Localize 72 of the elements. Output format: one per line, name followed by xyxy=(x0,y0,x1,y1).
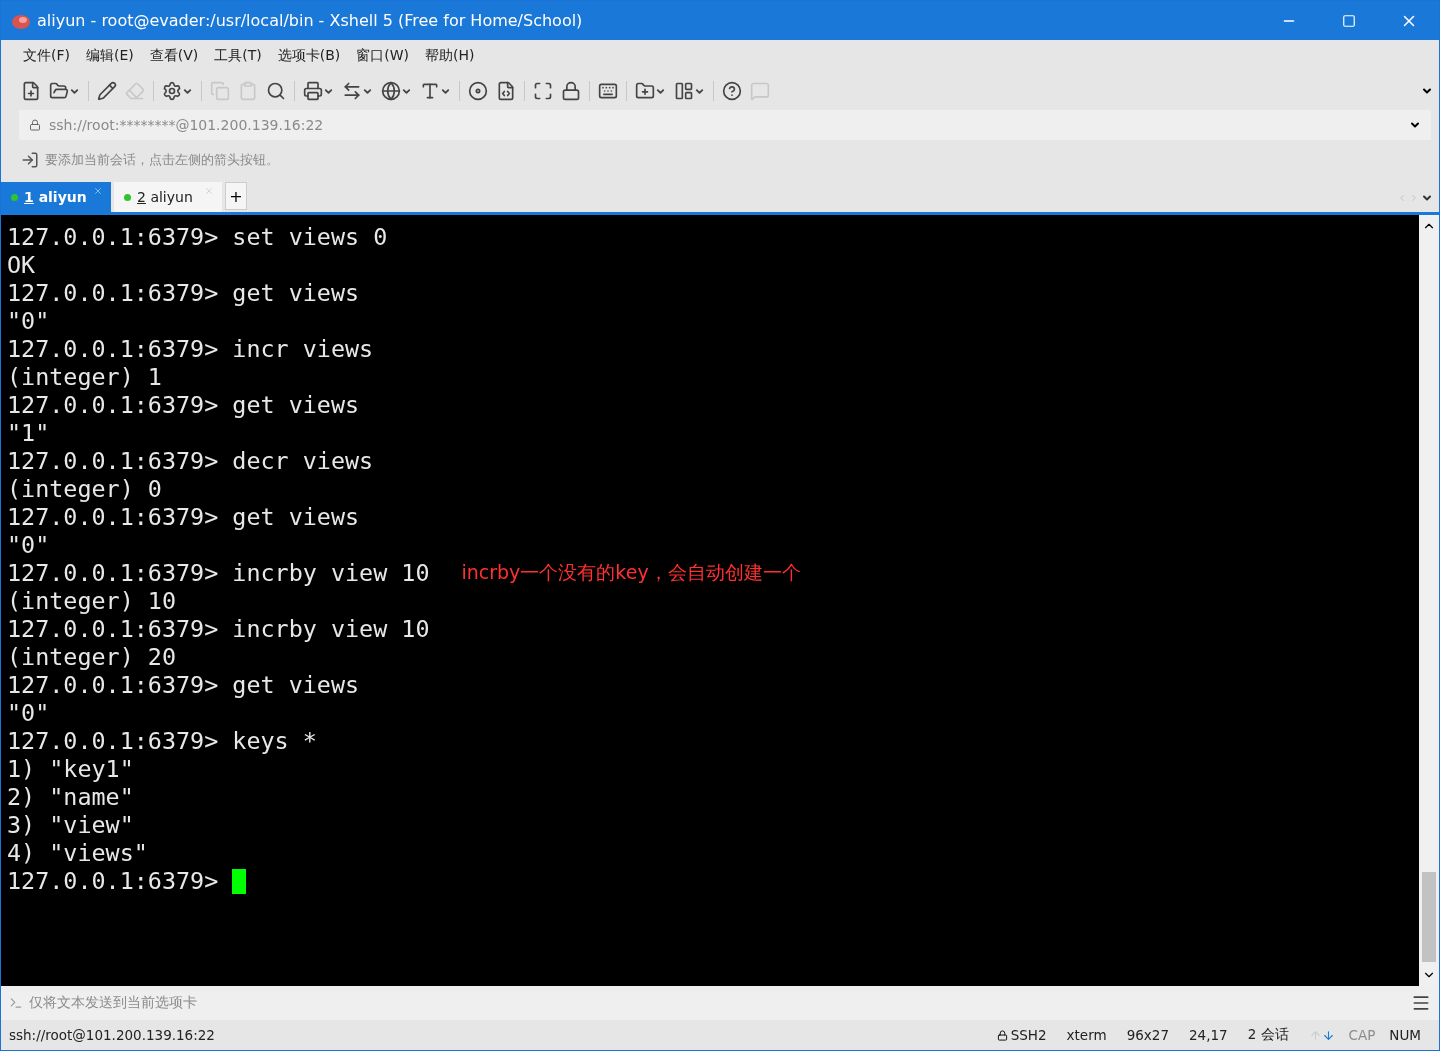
session-tab[interactable]: 1 aliyun xyxy=(1,182,111,212)
terminal-line: 127.0.0.1:6379> get views xyxy=(7,671,360,699)
terminal-line: 127.0.0.1:6379> decr views xyxy=(7,447,374,475)
terminal-icon xyxy=(9,996,23,1010)
status-dot xyxy=(11,193,18,201)
globe-icon[interactable] xyxy=(381,81,401,101)
key-indicator: NUM xyxy=(1389,1027,1421,1043)
lock-icon[interactable] xyxy=(561,81,581,101)
terminal-type-status: xterm xyxy=(1066,1027,1107,1043)
terminal-line: (integer) 0 xyxy=(7,475,162,503)
terminal-line: (integer) 10 xyxy=(7,587,176,615)
menu-item[interactable]: 文件(F) xyxy=(15,47,78,65)
terminal-line: "0" xyxy=(7,531,50,559)
add-folder-icon[interactable] xyxy=(635,81,655,101)
terminal-line: 127.0.0.1:6379> incrby view 10 xyxy=(7,559,430,587)
terminal-line: 127.0.0.1:6379> set views 0 xyxy=(7,223,388,251)
keyboard-icon[interactable] xyxy=(598,81,618,101)
terminal-line: "0" xyxy=(7,699,50,727)
settings-icon[interactable] xyxy=(162,81,182,101)
arrows-icon[interactable] xyxy=(342,81,362,101)
maximize-icon[interactable] xyxy=(1342,13,1356,28)
upload-arrow-icon xyxy=(1308,1028,1322,1042)
terminal-line: 127.0.0.1:6379> get views xyxy=(7,279,360,307)
session-tab[interactable]: 2 aliyun xyxy=(114,182,222,212)
terminal-line: 127.0.0.1:6379> keys * xyxy=(7,727,317,755)
lock-icon xyxy=(29,119,41,131)
scroll-thumb[interactable] xyxy=(1422,872,1436,962)
terminal-line: 127.0.0.1:6379> get views xyxy=(7,503,360,531)
menu-item[interactable]: 查看(V) xyxy=(141,47,207,65)
terminal-line: 127.0.0.1:6379> get views xyxy=(7,391,360,419)
hint-text: 要添加当前会话，点击左侧的箭头按钮。 xyxy=(45,151,279,169)
terminal-line: 2) "name" xyxy=(7,783,134,811)
terminal-line: OK xyxy=(7,251,36,279)
tab-label[interactable]: 1 aliyun xyxy=(24,189,87,205)
add-tab-button[interactable]: + xyxy=(225,182,247,210)
terminal-line: 127.0.0.1:6379> incr views xyxy=(7,335,374,363)
menu-item[interactable]: 选项卡(B) xyxy=(269,47,349,65)
terminal-line: 127.0.0.1:6379> incrby view 10 xyxy=(7,615,430,643)
terminal-line: 127.0.0.1:6379> xyxy=(7,867,220,895)
protocol-status: SSH2 xyxy=(1010,1027,1047,1043)
lock-icon xyxy=(996,1029,1008,1041)
connection-status: ssh://root@101.200.139.16:22 xyxy=(9,1027,216,1043)
terminal-line: 1) "key1" xyxy=(7,755,134,783)
download-arrow-icon xyxy=(1321,1028,1335,1042)
terminal-line: "0" xyxy=(7,307,50,335)
script-icon[interactable] xyxy=(496,81,516,101)
sessions-status: 2 会话 xyxy=(1247,1026,1289,1044)
layout-icon[interactable] xyxy=(674,81,694,101)
terminal-line: (integer) 1 xyxy=(7,363,162,391)
menu-item[interactable]: 帮助(H) xyxy=(417,47,483,65)
send-text-label: 仅将文本发送到当前选项卡 xyxy=(29,994,198,1012)
window-title: aliyun - root@evader:/usr/local/bin - Xshell 5 (Free for Home/School) xyxy=(37,11,584,30)
scrollbar[interactable] xyxy=(1419,215,1439,986)
menu-item[interactable]: 窗口(W) xyxy=(348,47,418,65)
folder-icon[interactable] xyxy=(49,81,69,101)
search-icon[interactable] xyxy=(266,81,286,101)
font-icon[interactable] xyxy=(420,81,440,101)
size-status: 96x27 xyxy=(1126,1027,1169,1043)
cursor-position-status: 24,17 xyxy=(1189,1027,1228,1043)
menu-item[interactable]: 工具(T) xyxy=(206,47,270,65)
status-dot xyxy=(124,193,131,201)
terminal-line: (integer) 20 xyxy=(7,643,176,671)
key-indicator: CAP xyxy=(1348,1027,1376,1043)
menu-icon[interactable] xyxy=(1411,993,1431,1013)
annotation-text: incrby一个没有的key，会自动创建一个 xyxy=(461,560,801,585)
menu-item[interactable]: 编辑(E) xyxy=(78,47,142,65)
add-session-arrow-icon[interactable] xyxy=(21,151,39,169)
terminal-line: 3) "view" xyxy=(7,811,134,839)
tab-label[interactable]: 2 aliyun xyxy=(137,189,193,205)
terminal-line: "1" xyxy=(7,419,50,447)
terminal-line: 4) "views" xyxy=(7,839,148,867)
printer-icon[interactable] xyxy=(303,81,323,101)
